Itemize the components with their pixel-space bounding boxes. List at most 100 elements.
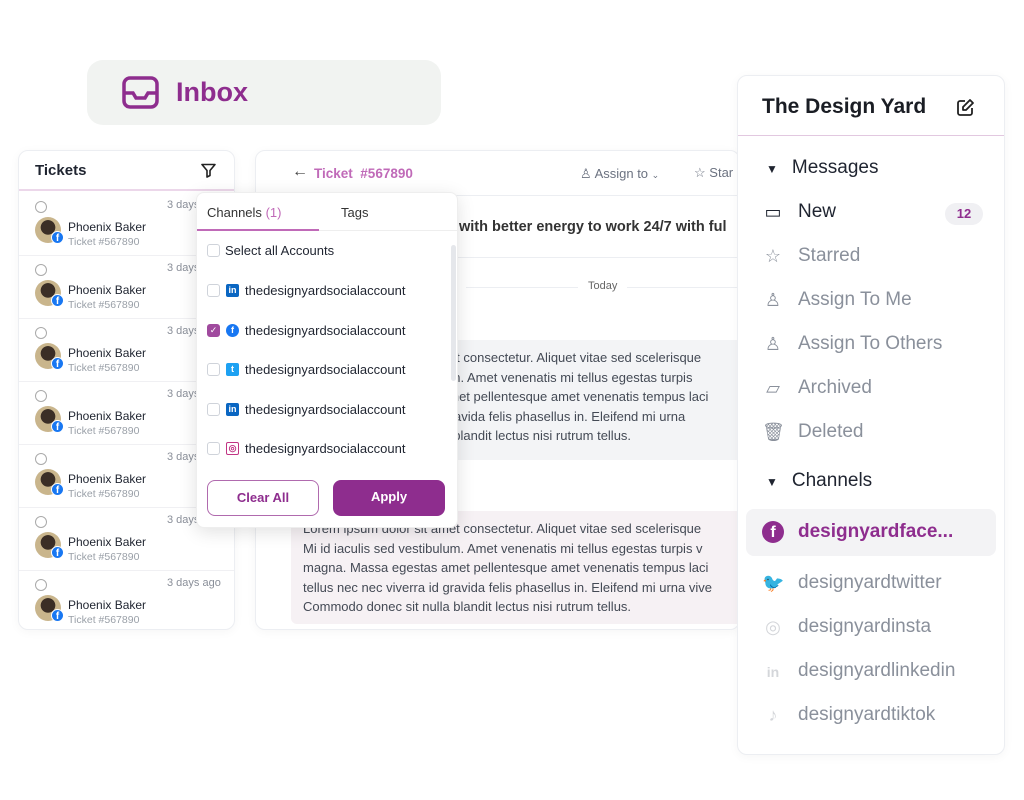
channel-label: designyardlinkedin: [798, 660, 956, 681]
account-checkbox[interactable]: [207, 402, 220, 416]
account-name: thedesignyardsocialaccount: [245, 362, 406, 377]
ticket-contact-name: Phoenix Baker: [68, 346, 147, 360]
channel-label: designyardtwitter: [798, 572, 942, 593]
linkedin-icon: in: [766, 663, 780, 680]
channel-label: designyardface...: [798, 521, 954, 542]
channel-label: designyardtiktok: [798, 704, 936, 725]
ticket-contact-name: Phoenix Baker: [68, 472, 147, 486]
inbox-header: Inbox: [87, 60, 441, 125]
sidebar: The Design Yard ▼ Messages ▭ New 12 ☆ Starr…: [737, 75, 1005, 755]
ticket-number: Ticket #567890: [68, 236, 140, 248]
linkedin-icon: in: [226, 284, 239, 297]
select-all-label: Select all Accounts: [225, 243, 335, 258]
ticket-contact-name: Phoenix Baker: [68, 409, 147, 423]
message-line: tellus nec nec viverra id gravida felis …: [303, 579, 712, 595]
trash-icon: 🗑: [762, 421, 785, 442]
facebook-icon: f: [51, 609, 64, 622]
account-name: thedesignyardsocialaccount: [245, 283, 406, 298]
clear-all-button[interactable]: Clear All: [207, 480, 319, 516]
ticket-time: 3 days ago: [167, 577, 221, 589]
ticket-number: Ticket #567890: [68, 488, 140, 500]
sidebar-item-assign-to-me[interactable]: ♙ Assign To Me: [762, 289, 912, 311]
channel-instagram[interactable]: ◎ designyardinsta: [762, 616, 931, 638]
channel-tiktok[interactable]: ♪ designyardtiktok: [762, 704, 936, 726]
messages-section[interactable]: ▼ Messages: [766, 157, 879, 179]
ticket-number: Ticket #567890: [68, 614, 140, 626]
star-button[interactable]: ☆ Star: [694, 165, 733, 181]
globe-icon: [35, 327, 47, 339]
message-line: Mi id iaculis sed vestibulum. Amet venen…: [303, 540, 703, 556]
star-icon: ☆: [694, 165, 706, 180]
lock-icon: [35, 390, 47, 402]
tiktok-icon: ♪: [768, 704, 778, 725]
facebook-icon: f: [51, 483, 64, 496]
new-count-badge: 12: [945, 203, 983, 225]
message-line: magna. Massa egestas amet pellentesque a…: [303, 560, 709, 576]
facebook-icon: f: [51, 420, 64, 433]
account-checkbox[interactable]: [207, 284, 220, 297]
ticket-row[interactable]: 3 days ago f Phoenix Baker Ticket #56789…: [19, 571, 234, 629]
sidebar-item-new[interactable]: ▭ New: [762, 201, 836, 223]
instagram-icon: ◎: [765, 616, 781, 637]
user-icon: ♙: [764, 289, 782, 310]
sidebar-item-assign-to-others[interactable]: ♙ Assign To Others: [762, 333, 942, 355]
sidebar-item-starred[interactable]: ☆ Starred: [762, 245, 860, 267]
assign-to-dropdown[interactable]: ♙ Assign to ⌄: [580, 166, 659, 182]
tab-channels[interactable]: Channels (1): [207, 205, 281, 220]
facebook-icon: f: [762, 521, 784, 543]
sidebar-item-label: New: [798, 201, 837, 222]
channels-section[interactable]: ▼ Channels: [766, 470, 872, 492]
channel-twitter[interactable]: 🐦 designyardtwitter: [762, 572, 942, 594]
twitter-icon: t: [226, 363, 239, 376]
instagram-icon: ◎: [226, 442, 239, 455]
message-line: Commodo donec sit nulla blandit lectus n…: [303, 599, 632, 615]
tab-tags[interactable]: Tags: [341, 205, 368, 220]
back-arrow-icon[interactable]: ←: [292, 163, 308, 181]
sidebar-item-deleted[interactable]: 🗑 Deleted: [762, 421, 864, 443]
channel-facebook[interactable]: f designyardface...: [762, 521, 953, 543]
caret-down-icon: ▼: [766, 162, 778, 176]
account-name: thedesignyardsocialaccount: [245, 322, 406, 338]
ticket-contact-name: Phoenix Baker: [68, 535, 147, 549]
user-icon: ♙: [580, 166, 592, 181]
facebook-icon: f: [51, 546, 64, 559]
filter-icon[interactable]: [201, 163, 216, 178]
star-icon: ☆: [764, 245, 782, 266]
account-checkbox[interactable]: [207, 363, 220, 376]
channel-label: designyardinsta: [798, 616, 932, 637]
ticket-number: Ticket #567890: [68, 425, 140, 437]
facebook-icon: f: [51, 357, 64, 370]
facebook-icon: f: [51, 294, 64, 307]
lock-icon: [35, 264, 47, 276]
inbox-title: Inbox: [176, 77, 248, 107]
ticket-number: Ticket #567890: [68, 551, 140, 563]
account-name: thedesignyardsocialaccount: [245, 401, 406, 417]
globe-icon: [35, 201, 47, 213]
ticket-contact-name: Phoenix Baker: [68, 598, 147, 612]
chevron-down-icon: ⌄: [651, 170, 660, 180]
account-checkbox[interactable]: ✓: [207, 323, 220, 337]
globe-icon: [35, 453, 47, 465]
sidebar-item-archived[interactable]: ▱ Archived: [762, 377, 872, 399]
linkedin-icon: in: [226, 402, 239, 416]
apply-button[interactable]: Apply: [333, 480, 445, 516]
date-divider: Today: [578, 280, 628, 292]
sidebar-item-label: Deleted: [798, 421, 864, 442]
chat-bubble-icon: ▭: [764, 201, 782, 222]
lock-icon: [35, 516, 47, 528]
select-all-checkbox[interactable]: [207, 244, 220, 257]
account-checkbox[interactable]: [207, 442, 220, 455]
edit-icon[interactable]: [956, 98, 975, 117]
tickets-title: Tickets: [35, 162, 87, 179]
scrollbar[interactable]: [451, 245, 456, 381]
user-arrow-icon: ♙: [764, 333, 782, 354]
channel-linkedin[interactable]: in designyardlinkedin: [762, 660, 956, 682]
sidebar-item-label: Assign To Me: [798, 289, 912, 310]
ticket-number: Ticket #567890: [68, 362, 140, 374]
inbox-icon: [122, 76, 159, 109]
channel-filter-dropdown: Channels (1) Tags Select all Accounts in…: [196, 192, 459, 528]
sidebar-item-label: Starred: [798, 245, 861, 266]
sidebar-item-label: Archived: [798, 377, 872, 398]
folder-icon: ▱: [766, 377, 780, 398]
ticket-number: Ticket #567890: [68, 299, 140, 311]
